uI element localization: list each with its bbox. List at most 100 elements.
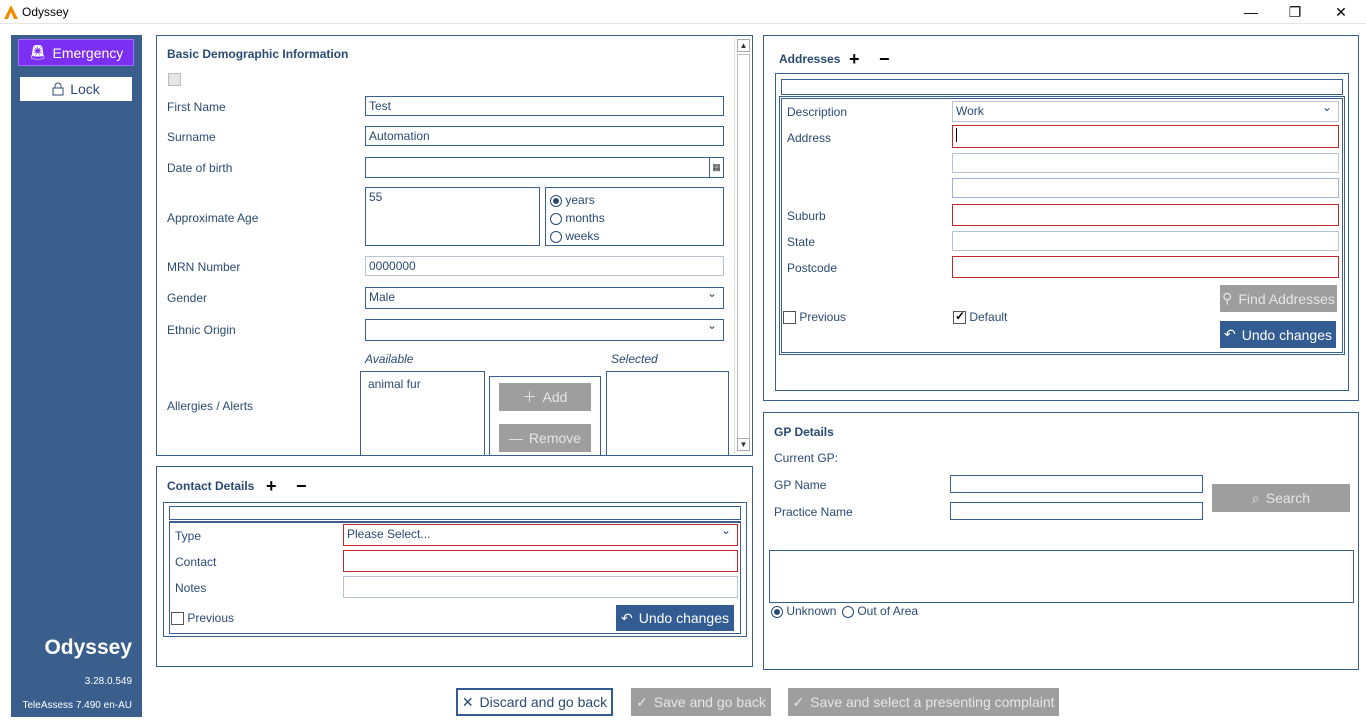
checkmark-icon	[953, 309, 966, 325]
notes-label: Notes	[175, 581, 207, 595]
practice-name-field[interactable]	[950, 502, 1203, 520]
gender-select[interactable]: Male	[365, 286, 724, 309]
address-line2-field[interactable]	[952, 153, 1339, 173]
approx-age-field[interactable]: 55	[365, 187, 540, 246]
contact-tab-strip	[169, 506, 741, 520]
gp-unknown-radio[interactable]: Unknown	[771, 604, 836, 618]
gp-out-of-area-radio[interactable]: Out of Area	[842, 604, 918, 618]
available-label: Available	[365, 352, 414, 366]
teleassess-text: TeleAssess 7.490 en-AU	[22, 700, 132, 711]
age-unit-years[interactable]: years	[550, 193, 595, 207]
selected-label: Selected	[611, 352, 658, 366]
check-icon: ✓	[792, 693, 805, 710]
dob-field[interactable]	[365, 157, 724, 178]
add-address-icon[interactable]: +	[849, 49, 860, 70]
restore-icon[interactable]: ❐	[1272, 0, 1318, 24]
mrn-label: MRN Number	[167, 260, 241, 274]
available-list[interactable]: animal fur	[360, 371, 485, 456]
gp-name-label: GP Name	[774, 478, 827, 492]
suburb-field[interactable]	[952, 204, 1339, 226]
scroll-up-icon[interactable]: ▲	[737, 39, 750, 52]
radio-icon	[550, 194, 562, 207]
contact-field[interactable]	[343, 550, 738, 572]
odyssey-logo-icon	[4, 5, 18, 19]
state-field[interactable]	[952, 231, 1339, 251]
first-name-label: First Name	[167, 100, 226, 114]
emergency-label: Emergency	[52, 44, 124, 61]
remove-address-icon[interactable]: −	[879, 49, 890, 70]
radio-icon	[550, 212, 562, 225]
notes-field[interactable]	[343, 576, 738, 598]
postcode-field[interactable]	[952, 256, 1339, 278]
undo-icon: ↶	[620, 609, 633, 626]
age-unit-months[interactable]: months	[550, 211, 605, 225]
list-item[interactable]: animal fur	[368, 377, 477, 391]
checkbox-icon	[171, 612, 184, 626]
radio-icon	[771, 605, 783, 618]
description-label: Description	[787, 105, 848, 119]
selected-list[interactable]	[606, 371, 729, 456]
find-addresses-button[interactable]: ⚲ Find Addresses	[1220, 285, 1337, 312]
gender-label: Gender	[167, 291, 208, 305]
brand-name: Odyssey	[44, 636, 132, 659]
first-name-field[interactable]: Test	[365, 96, 724, 116]
gp-results-box[interactable]	[769, 550, 1354, 603]
demographics-checkbox[interactable]	[168, 73, 181, 87]
location-pin-icon: ⚲	[1222, 290, 1233, 306]
minimize-icon[interactable]: —	[1228, 0, 1274, 24]
gp-name-field[interactable]	[950, 475, 1203, 493]
addresses-tab-strip	[781, 79, 1343, 95]
sidebar	[11, 35, 142, 717]
radio-icon	[842, 605, 854, 618]
undo-icon: ↶	[1223, 326, 1236, 342]
window-title: Odyssey	[22, 5, 69, 19]
discard-button[interactable]: ✕ Discard and go back	[456, 688, 613, 716]
ethnic-select[interactable]	[365, 318, 724, 341]
address-previous-checkbox[interactable]: Previous	[783, 310, 846, 325]
calendar-icon[interactable]: ▦	[709, 158, 723, 177]
close-icon: ✕	[461, 693, 474, 710]
gp-panel	[763, 412, 1359, 670]
contact-header: Contact Details	[167, 479, 255, 493]
remove-allergy-button[interactable]: — Remove	[499, 424, 591, 452]
postcode-label: Postcode	[787, 261, 838, 275]
close-icon[interactable]: ✕	[1318, 0, 1364, 24]
contact-undo-button[interactable]: ↶ Undo changes	[615, 604, 735, 632]
practice-name-label: Practice Name	[774, 505, 853, 519]
gp-search-button[interactable]: ⌕ Search	[1212, 484, 1350, 512]
scroll-down-icon[interactable]: ▼	[737, 438, 750, 451]
approx-age-label: Approximate Age	[167, 211, 259, 225]
check-icon: ✓	[636, 693, 648, 710]
description-select[interactable]: Work	[952, 100, 1339, 122]
address-line1-field[interactable]	[952, 125, 1339, 148]
age-unit-weeks[interactable]: weeks	[550, 229, 599, 243]
lock-label: Lock	[70, 81, 100, 97]
lock-button[interactable]: Lock	[20, 77, 132, 101]
title-bar: Odyssey — ❐ ✕	[0, 0, 1366, 24]
minus-icon: —	[508, 430, 523, 446]
address-default-checkbox[interactable]: Default	[953, 309, 1007, 325]
mrn-field[interactable]: 0000000	[365, 256, 724, 276]
emergency-button[interactable]: 🚨︎ Emergency	[18, 39, 134, 66]
scroll-thumb[interactable]	[737, 54, 750, 450]
remove-contact-icon[interactable]: −	[296, 476, 307, 497]
add-contact-icon[interactable]: +	[266, 476, 277, 497]
contact-previous-checkbox[interactable]: Previous	[171, 611, 234, 626]
radio-icon	[550, 230, 562, 243]
version-text: 3.28.0.549	[84, 676, 132, 687]
save-select-complaint-button[interactable]: ✓ Save and select a presenting complaint	[788, 688, 1059, 716]
alarm-icon: 🚨︎	[28, 44, 47, 60]
contact-type-select[interactable]: Please Select...	[343, 523, 738, 546]
plus-icon: ＋	[522, 389, 537, 405]
surname-field[interactable]: Automation	[365, 126, 724, 146]
state-label: State	[787, 235, 816, 249]
current-gp-label: Current GP:	[774, 451, 839, 465]
address-undo-button[interactable]: ↶ Undo changes	[1219, 320, 1337, 349]
suburb-label: Suburb	[787, 209, 826, 223]
address-line3-field[interactable]	[952, 178, 1339, 198]
add-allergy-button[interactable]: ＋ Add	[499, 383, 591, 411]
save-go-back-button[interactable]: ✓ Save and go back	[631, 688, 771, 716]
contact-type-label: Type	[175, 529, 202, 543]
address-label: Address	[787, 131, 832, 145]
demographics-scrollbar[interactable]: ▲ ▼	[734, 37, 751, 454]
